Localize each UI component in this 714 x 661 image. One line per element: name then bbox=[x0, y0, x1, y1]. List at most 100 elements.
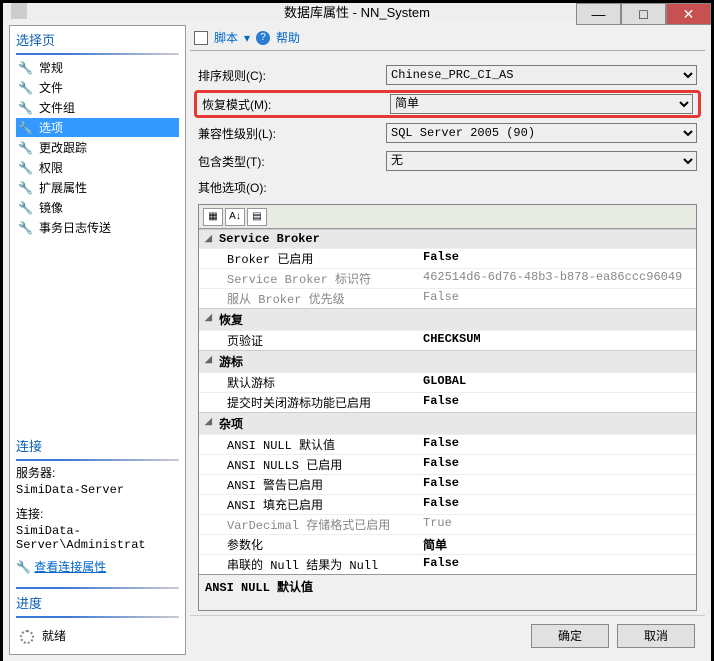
property-name: ANSI 填充已启用 bbox=[199, 495, 419, 514]
property-name: ANSI NULLS 已启用 bbox=[199, 455, 419, 474]
collation-select[interactable]: Chinese_PRC_CI_AS bbox=[386, 65, 697, 85]
sidebar: 选择页 🔧常规🔧文件🔧文件组🔧选项🔧更改跟踪🔧权限🔧扩展属性🔧镜像🔧事务日志传送… bbox=[9, 25, 186, 655]
app-icon bbox=[11, 3, 27, 19]
property-row[interactable]: Broker 已启用False bbox=[199, 248, 696, 268]
sidebar-item[interactable]: 🔧 扩展属性 bbox=[16, 178, 179, 197]
wrench-icon: 🔧 bbox=[18, 61, 33, 75]
sidebar-item[interactable]: 🔧 文件 bbox=[16, 78, 179, 97]
property-name: 页验证 bbox=[199, 331, 419, 350]
dropdown-icon[interactable]: ▾ bbox=[244, 31, 250, 45]
progress-label: 就绪 bbox=[42, 629, 66, 643]
title-bar: 数据库属性 - NN_System — □ ✕ bbox=[3, 3, 711, 19]
help-button[interactable]: 帮助 bbox=[276, 29, 300, 46]
sidebar-item[interactable]: 🔧 权限 bbox=[16, 158, 179, 177]
script-icon bbox=[194, 31, 208, 45]
property-name: 默认游标 bbox=[199, 373, 419, 392]
conn-label: 连接: bbox=[16, 505, 179, 522]
property-name: 参数化 bbox=[199, 535, 419, 554]
property-name: VarDecimal 存储格式已启用 bbox=[199, 515, 419, 534]
sidebar-item[interactable]: 🔧 镜像 bbox=[16, 198, 179, 217]
sidebar-item-label: 事务日志传送 bbox=[39, 219, 111, 236]
sidebar-item-label: 选项 bbox=[39, 119, 63, 136]
property-value: False bbox=[419, 475, 696, 494]
sidebar-item-label: 权限 bbox=[39, 159, 63, 176]
property-value: False bbox=[419, 393, 696, 412]
property-row[interactable]: 页验证CHECKSUM bbox=[199, 330, 696, 350]
property-row[interactable]: ANSI NULL 默认值False bbox=[199, 434, 696, 454]
sidebar-item-label: 镜像 bbox=[39, 199, 63, 216]
property-row[interactable]: Service Broker 标识符462514d6-6d76-48b3-b87… bbox=[199, 268, 696, 288]
sidebar-item-label: 文件 bbox=[39, 79, 63, 96]
sidebar-item-label: 扩展属性 bbox=[39, 179, 87, 196]
property-name: 提交时关闭游标功能已启用 bbox=[199, 393, 419, 412]
conn-value: SimiData-Server\Administrat bbox=[16, 524, 179, 552]
containment-select[interactable]: 无 bbox=[386, 151, 697, 171]
property-row[interactable]: 参数化简单 bbox=[199, 534, 696, 554]
main-panel: 脚本 ▾ ? 帮助 排序规则(C): Chinese_PRC_CI_AS 恢复模… bbox=[190, 25, 705, 655]
progress-header: 进度 bbox=[16, 593, 179, 612]
sidebar-item[interactable]: 🔧 更改跟踪 bbox=[16, 138, 179, 157]
alphabetical-button[interactable]: A↓ bbox=[225, 208, 245, 226]
toolbar: 脚本 ▾ ? 帮助 bbox=[190, 25, 705, 51]
connection-header: 连接 bbox=[16, 436, 179, 455]
property-value: False bbox=[419, 555, 696, 574]
property-value: 462514d6-6d76-48b3-b878-ea86ccc96049 bbox=[419, 269, 696, 288]
sidebar-item-label: 常规 bbox=[39, 59, 63, 76]
recovery-select[interactable]: 简单 bbox=[390, 94, 693, 114]
sidebar-item-label: 文件组 bbox=[39, 99, 75, 116]
grid-tool-icon[interactable]: ▤ bbox=[247, 208, 267, 226]
view-connection-link[interactable]: 查看连接属性 bbox=[34, 560, 106, 574]
wrench-icon: 🔧 bbox=[18, 161, 33, 175]
property-name: ANSI NULL 默认值 bbox=[199, 435, 419, 454]
property-value: GLOBAL bbox=[419, 373, 696, 392]
select-page-header: 选择页 bbox=[16, 30, 179, 49]
window-title: 数据库属性 - NN_System bbox=[284, 2, 430, 21]
section-header[interactable]: 游标 bbox=[199, 350, 696, 372]
cancel-button[interactable]: 取消 bbox=[617, 624, 695, 648]
section-header[interactable]: 恢复 bbox=[199, 308, 696, 330]
maximize-button[interactable]: □ bbox=[621, 3, 666, 25]
compat-label: 兼容性级别(L): bbox=[198, 125, 378, 142]
property-row[interactable]: 串联的 Null 结果为 NullFalse bbox=[199, 554, 696, 574]
property-row[interactable]: 服从 Broker 优先级False bbox=[199, 288, 696, 308]
close-button[interactable]: ✕ bbox=[666, 3, 711, 25]
categorized-button[interactable]: ▦ bbox=[203, 208, 223, 226]
property-name: 串联的 Null 结果为 Null bbox=[199, 555, 419, 574]
wrench-icon: 🔧 bbox=[18, 101, 33, 115]
ok-button[interactable]: 确定 bbox=[531, 624, 609, 648]
sidebar-item[interactable]: 🔧 事务日志传送 bbox=[16, 218, 179, 237]
sidebar-item-label: 更改跟踪 bbox=[39, 139, 87, 156]
property-row[interactable]: 默认游标GLOBAL bbox=[199, 372, 696, 392]
script-button[interactable]: 脚本 bbox=[214, 29, 238, 46]
property-row[interactable]: ANSI 警告已启用False bbox=[199, 474, 696, 494]
section-header[interactable]: 杂项 bbox=[199, 412, 696, 434]
other-options-label: 其他选项(O): bbox=[198, 179, 378, 196]
property-row[interactable]: ANSI 填充已启用False bbox=[199, 494, 696, 514]
sidebar-item[interactable]: 🔧 文件组 bbox=[16, 98, 179, 117]
compat-select[interactable]: SQL Server 2005 (90) bbox=[386, 123, 697, 143]
property-value: False bbox=[419, 249, 696, 268]
collation-label: 排序规则(C): bbox=[198, 67, 378, 84]
wrench-icon: 🔧 bbox=[18, 81, 33, 95]
containment-label: 包含类型(T): bbox=[198, 153, 378, 170]
property-value: CHECKSUM bbox=[419, 331, 696, 350]
sidebar-item[interactable]: 🔧选项 bbox=[16, 118, 179, 137]
property-row[interactable]: ANSI NULLS 已启用False bbox=[199, 454, 696, 474]
section-header[interactable]: Service Broker bbox=[199, 229, 696, 248]
minimize-button[interactable]: — bbox=[576, 3, 621, 25]
connection-icon: 🔧 bbox=[16, 560, 34, 574]
property-name: Service Broker 标识符 bbox=[199, 269, 419, 288]
property-value: True bbox=[419, 515, 696, 534]
property-row[interactable]: 提交时关闭游标功能已启用False bbox=[199, 392, 696, 412]
wrench-icon: 🔧 bbox=[18, 221, 33, 235]
wrench-icon: 🔧 bbox=[18, 181, 33, 195]
property-value: 简单 bbox=[419, 535, 696, 554]
help-icon: ? bbox=[256, 31, 270, 45]
property-row[interactable]: VarDecimal 存储格式已启用True bbox=[199, 514, 696, 534]
progress-spinner-icon bbox=[20, 630, 34, 644]
sidebar-item[interactable]: 🔧 常规 bbox=[16, 58, 179, 77]
wrench-icon: 🔧 bbox=[18, 141, 33, 155]
property-grid: ▦ A↓ ▤ Service BrokerBroker 已启用FalseServ… bbox=[198, 204, 697, 611]
wrench-icon: 🔧 bbox=[18, 201, 33, 215]
property-name: 服从 Broker 优先级 bbox=[199, 289, 419, 308]
